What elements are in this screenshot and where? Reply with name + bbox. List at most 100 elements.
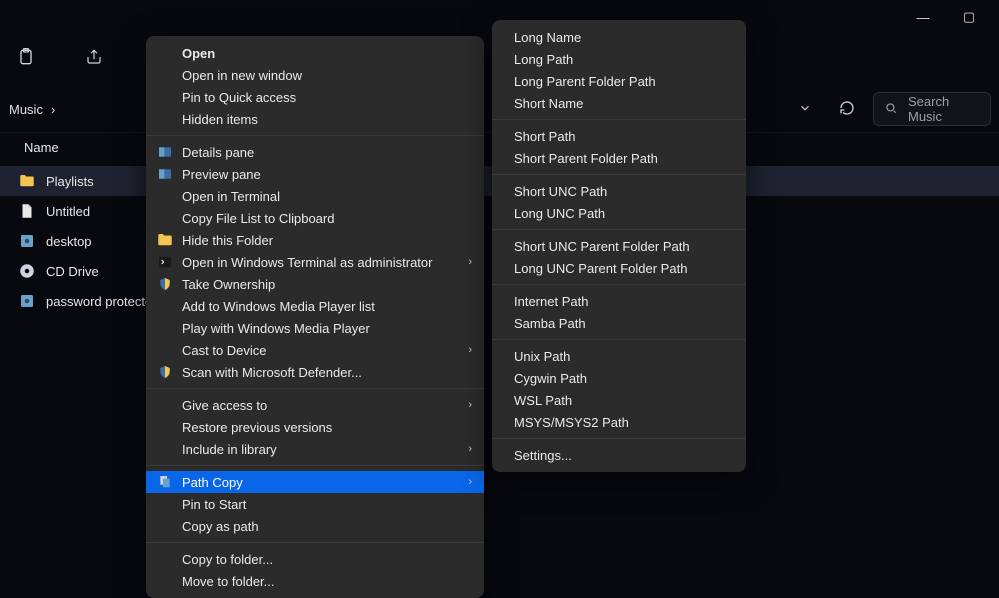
menu-item[interactable]: Short UNC Parent Folder Path	[492, 235, 746, 257]
cd-icon	[18, 262, 36, 280]
menu-item[interactable]: Open	[146, 42, 484, 64]
menu-item[interactable]: Pin to Quick access	[146, 86, 484, 108]
menu-item-label: Give access to	[182, 398, 267, 413]
breadcrumb-segment[interactable]: Music	[9, 102, 43, 117]
menu-item[interactable]: Restore previous versions	[146, 416, 484, 438]
menu-item[interactable]: WSL Path	[492, 389, 746, 411]
list-item-label: CD Drive	[46, 264, 99, 279]
menu-separator	[146, 542, 484, 543]
breadcrumb[interactable]: Music ›	[8, 102, 55, 117]
menu-item-label: Open	[182, 46, 215, 61]
menu-item[interactable]: Play with Windows Media Player	[146, 317, 484, 339]
menu-item-label: Settings...	[514, 448, 572, 463]
share-button[interactable]	[80, 44, 108, 72]
menu-item[interactable]: Short Path	[492, 125, 746, 147]
menu-item[interactable]: Open in Terminal	[146, 185, 484, 207]
menu-item[interactable]: Hidden items	[146, 108, 484, 130]
menu-item-label: Long Parent Folder Path	[514, 74, 656, 89]
folder-icon	[156, 231, 174, 249]
search-input[interactable]: Search Music	[873, 92, 991, 126]
search-placeholder: Search Music	[908, 94, 980, 124]
context-menu: Open Open in new window Pin to Quick acces…	[146, 36, 484, 598]
menu-item-label: Open in new window	[182, 68, 302, 83]
share-icon	[85, 48, 103, 69]
list-item-label: Untitled	[46, 204, 90, 219]
menu-item-label: Copy to folder...	[182, 552, 273, 567]
menu-item[interactable]: Copy as path	[146, 515, 484, 537]
chevron-right-icon: ›	[468, 399, 472, 411]
menu-item[interactable]: Copy to folder...	[146, 548, 484, 570]
menu-item[interactable]: Copy File List to Clipboard	[146, 207, 484, 229]
menu-item[interactable]: Preview pane	[146, 163, 484, 185]
menu-item-label: Hide this Folder	[182, 233, 273, 248]
menu-item-label: Samba Path	[514, 316, 586, 331]
menu-item[interactable]: MSYS/MSYS2 Path	[492, 411, 746, 433]
menu-item[interactable]: Internet Path	[492, 290, 746, 312]
menu-item-label: Play with Windows Media Player	[182, 321, 370, 336]
menu-item-label: Include in library	[182, 442, 277, 457]
menu-separator	[492, 174, 746, 175]
menu-item[interactable]: Include in library›	[146, 438, 484, 460]
menu-item[interactable]: Move to folder...	[146, 570, 484, 592]
menu-item[interactable]: Details pane	[146, 141, 484, 163]
menu-item-label: Copy as path	[182, 519, 259, 534]
menu-item-label: Open in Terminal	[182, 189, 280, 204]
breadcrumb-chevron-icon: ›	[51, 102, 55, 117]
context-submenu: Long NameLong Path Long Parent Folder Pat…	[492, 20, 746, 472]
menu-item-label: Copy File List to Clipboard	[182, 211, 334, 226]
menu-item-label: Long UNC Parent Folder Path	[514, 261, 687, 276]
chevron-right-icon: ›	[468, 476, 472, 488]
config-icon	[18, 292, 36, 310]
menu-item[interactable]: Settings...	[492, 444, 746, 466]
menu-item-label: Take Ownership	[182, 277, 275, 292]
menu-item[interactable]: Unix Path	[492, 345, 746, 367]
menu-separator	[492, 229, 746, 230]
menu-item-label: Short Parent Folder Path	[514, 151, 658, 166]
menu-item-label: Short Path	[514, 129, 575, 144]
menu-item[interactable]: Long Parent Folder Path	[492, 70, 746, 92]
menu-item[interactable]: Open in new window	[146, 64, 484, 86]
menu-item-label: Short UNC Parent Folder Path	[514, 239, 690, 254]
menu-item[interactable]: Short UNC Path	[492, 180, 746, 202]
menu-item[interactable]: Take Ownership	[146, 273, 484, 295]
menu-item-label: Add to Windows Media Player list	[182, 299, 375, 314]
menu-item[interactable]: Hide this Folder	[146, 229, 484, 251]
refresh-button[interactable]	[831, 93, 863, 125]
menu-item[interactable]: Samba Path	[492, 312, 746, 334]
config-icon	[18, 232, 36, 250]
menu-item-label: Cygwin Path	[514, 371, 587, 386]
menu-item[interactable]: Long UNC Path	[492, 202, 746, 224]
menu-item[interactable]: Pin to Start	[146, 493, 484, 515]
menu-item[interactable]: Open in Windows Terminal as administrato…	[146, 251, 484, 273]
menu-item[interactable]: Give access to ›	[146, 394, 484, 416]
pane-icon	[156, 165, 174, 183]
pane-icon	[156, 143, 174, 161]
menu-item[interactable]: Scan with Microsoft Defender...	[146, 361, 484, 383]
menu-item-label: Pin to Start	[182, 497, 246, 512]
shield-icon	[156, 275, 174, 293]
menu-item[interactable]: Long Name	[492, 26, 746, 48]
menu-item-label: Move to folder...	[182, 574, 275, 589]
menu-item[interactable]: Long Path	[492, 48, 746, 70]
menu-item[interactable]: Path Copy›	[146, 471, 484, 493]
address-history-button[interactable]	[789, 93, 821, 125]
menu-item-label: Restore previous versions	[182, 420, 332, 435]
term-icon	[156, 253, 174, 271]
maximize-button[interactable]: ▢	[947, 5, 991, 29]
menu-item[interactable]: Short Parent Folder Path	[492, 147, 746, 169]
menu-item-label: Details pane	[182, 145, 254, 160]
menu-item[interactable]: Cygwin Path	[492, 367, 746, 389]
menu-separator	[492, 339, 746, 340]
menu-item-label: WSL Path	[514, 393, 572, 408]
menu-item-label: Preview pane	[182, 167, 261, 182]
list-item-label: desktop	[46, 234, 92, 249]
menu-item-label: Long UNC Path	[514, 206, 605, 221]
clipboard-button[interactable]	[12, 44, 40, 72]
minimize-button[interactable]: —	[901, 5, 945, 29]
menu-item[interactable]: Short Name	[492, 92, 746, 114]
menu-item[interactable]: Add to Windows Media Player list	[146, 295, 484, 317]
menu-item[interactable]: Cast to Device›	[146, 339, 484, 361]
menu-item-label: Short UNC Path	[514, 184, 607, 199]
maximize-icon: ▢	[963, 9, 975, 25]
menu-item[interactable]: Long UNC Parent Folder Path	[492, 257, 746, 279]
